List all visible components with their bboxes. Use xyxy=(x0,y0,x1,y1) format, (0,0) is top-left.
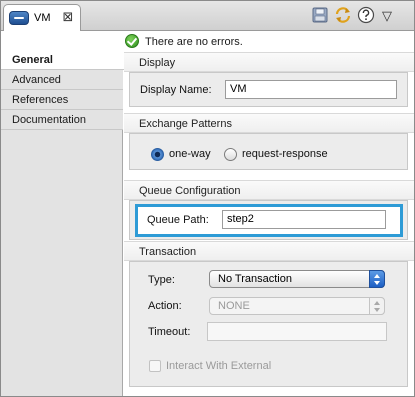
queue-section-header: Queue Configuration xyxy=(124,180,414,200)
display-section-header: Display xyxy=(124,52,414,72)
interact-with-external-checkbox[interactable] xyxy=(149,360,161,372)
request-response-label[interactable]: request-response xyxy=(242,148,328,160)
validation-status: There are no errors. xyxy=(123,32,414,51)
transaction-type-label: Type: xyxy=(148,274,175,286)
display-name-input[interactable]: VM xyxy=(225,80,397,99)
save-icon[interactable] xyxy=(311,6,329,24)
queue-path-label: Queue Path: xyxy=(147,214,209,226)
chevron-updown-icon xyxy=(369,297,385,315)
status-text: There are no errors. xyxy=(145,36,243,48)
exchange-section-header: Exchange Patterns xyxy=(124,113,414,133)
editor-window: VM ⊠ ▽ There are no errors. General Adva… xyxy=(0,0,415,397)
transaction-timeout-input[interactable] xyxy=(207,322,387,341)
transaction-type-value: No Transaction xyxy=(218,273,292,285)
sidebar-item-references[interactable]: References xyxy=(1,90,123,110)
one-way-label[interactable]: one-way xyxy=(169,148,211,160)
sidebar-item-documentation[interactable]: Documentation xyxy=(1,110,123,130)
transaction-section: Type: No Transaction Action: NONE Timeou… xyxy=(129,261,408,387)
transaction-action-select[interactable]: NONE xyxy=(209,297,385,315)
transaction-action-label: Action: xyxy=(148,300,182,312)
display-section: Display Name: VM xyxy=(129,72,408,107)
close-icon[interactable]: ⊠ xyxy=(61,9,75,25)
interact-with-external-label[interactable]: Interact With External xyxy=(166,360,271,372)
queue-path-highlight: Queue Path: step2 xyxy=(135,204,403,237)
transaction-section-header: Transaction xyxy=(124,241,414,261)
display-name-label: Display Name: xyxy=(140,84,212,96)
chevron-updown-icon xyxy=(369,270,385,288)
sidebar: General Advanced References Documentatio… xyxy=(1,50,124,396)
sidebar-item-advanced[interactable]: Advanced xyxy=(1,70,123,90)
queue-path-input[interactable]: step2 xyxy=(222,210,386,229)
general-panel: Display Display Name: VM Exchange Patter… xyxy=(124,51,414,396)
tab-title: VM xyxy=(34,12,51,24)
editor-tab-vm[interactable]: VM ⊠ xyxy=(3,4,81,31)
one-way-radio[interactable] xyxy=(151,148,164,161)
sidebar-item-general[interactable]: General xyxy=(1,50,124,70)
exchange-section: one-way request-response xyxy=(129,133,408,170)
request-response-radio[interactable] xyxy=(224,148,237,161)
view-menu-icon[interactable]: ▽ xyxy=(380,6,396,24)
vm-endpoint-icon xyxy=(9,11,29,25)
transaction-timeout-label: Timeout: xyxy=(148,326,191,338)
transaction-type-select[interactable]: No Transaction xyxy=(209,270,385,288)
transaction-action-value: NONE xyxy=(218,300,250,312)
refresh-icon[interactable] xyxy=(334,6,352,24)
help-icon[interactable] xyxy=(357,6,375,24)
view-menu-glyph: ▽ xyxy=(382,8,392,23)
editor-tab-strip: VM ⊠ ▽ xyxy=(1,1,414,31)
check-circle-icon xyxy=(125,34,139,48)
